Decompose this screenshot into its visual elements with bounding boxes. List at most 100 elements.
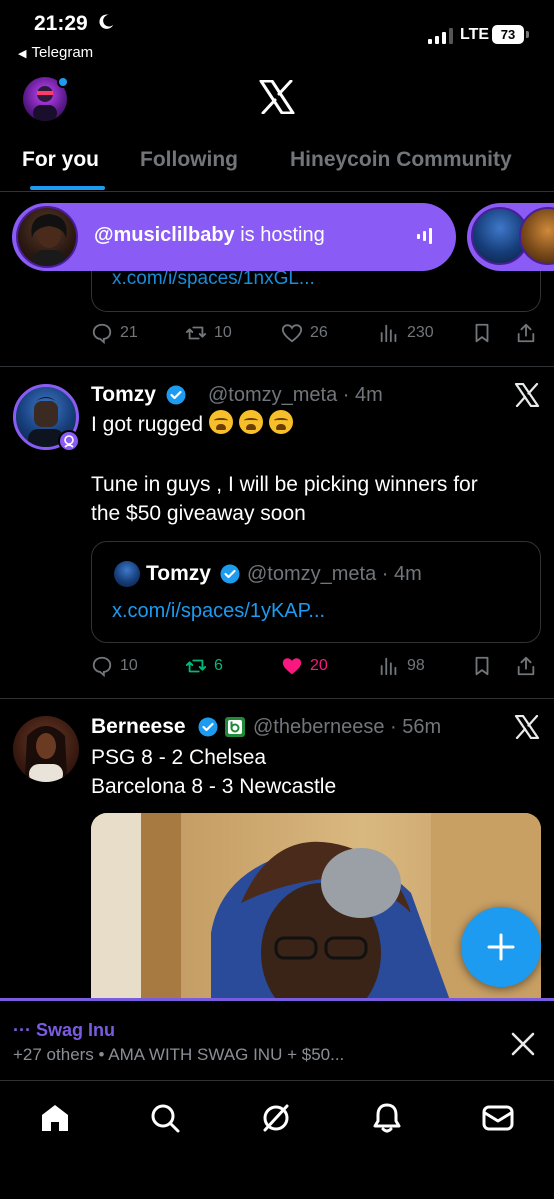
nav-home[interactable] [38,1101,72,1135]
repost-button[interactable]: 6 [185,655,223,677]
tweet-text-line-1: I got rugged [91,413,204,436]
tab-hineycoin-community[interactable]: Hineycoin Community [290,148,512,172]
tweet-text-line-2: Barcelona 8 - 3 Newcastle [91,775,337,798]
bookmark-button[interactable] [471,655,500,677]
notification-dot [57,76,69,88]
like-count: 26 [310,324,328,341]
author-handle-time[interactable]: @tomzy_meta · 4m [208,384,383,407]
space-host-handle: @musiclilbaby [94,224,235,246]
grok-icon [263,1104,289,1132]
compose-button[interactable] [461,907,541,987]
views-icon [380,324,397,343]
weary-face-emoji-icon [208,410,233,434]
verified-badge-icon [198,717,218,737]
battery-icon: 73 [492,25,524,44]
author-name[interactable]: Tomzy [91,383,156,407]
like-count: 20 [310,657,328,674]
back-to-app-link[interactable]: ◀ Telegram [18,44,93,61]
tweet-actions: 21 10 26 230 [91,322,541,352]
tweet-actions: 10 6 20 98 [91,655,541,685]
reply-button[interactable]: 10 [91,655,138,677]
bookmark-icon [475,656,489,676]
share-button[interactable] [515,322,544,344]
repost-icon [185,659,207,673]
space-subtitle: +27 others • AMA WITH SWAG INU + $50... [13,1045,345,1064]
audio-wave-icon [417,228,432,244]
repost-button[interactable]: 10 [185,322,232,344]
quoted-author-name: Tomzy [146,562,211,585]
heart-icon [281,324,303,343]
author-name[interactable]: Berneese [91,715,186,739]
tweet-text-line-1: PSG 8 - 2 Chelsea [91,746,267,769]
tab-following[interactable]: Following [140,148,238,172]
space-hosting-suffix: is hosting [234,224,325,246]
nav-messages[interactable] [481,1101,515,1135]
bookmark-button[interactable] [471,322,500,344]
space-hosting-text: @musiclilbaby is hosting [94,224,325,247]
moon-icon [99,14,114,29]
back-triangle-icon: ◀ [18,48,27,60]
bell-icon [373,1103,401,1133]
space-link[interactable]: x.com/i/spaces/1yKAP... [112,600,325,623]
home-icon [42,1105,68,1131]
repost-icon [185,326,207,340]
nav-search[interactable] [148,1101,182,1135]
plus-icon [487,933,515,961]
nav-notifications[interactable] [370,1101,404,1135]
view-count: 230 [407,324,434,341]
space-host-avatar [16,206,78,268]
network-type: LTE [460,26,490,43]
author-handle-time[interactable]: @theberneese · 56m [253,716,441,739]
x-grok-icon[interactable] [514,383,540,407]
verified-badge-icon [166,385,186,405]
next-space-avatar-2 [519,207,554,265]
bookmark-icon [475,323,489,343]
share-button[interactable] [515,655,544,677]
view-count: 98 [407,657,425,674]
x-grok-icon[interactable] [514,715,540,739]
space-live-badge-icon [58,430,80,452]
close-icon[interactable] [510,1031,536,1057]
share-icon [517,323,535,343]
affiliate-badge-icon [225,717,245,737]
like-button[interactable]: 26 [281,322,328,344]
berneese-avatar[interactable] [13,716,79,782]
nav-grok[interactable] [259,1101,293,1135]
space-link[interactable]: x.com/i/spaces/1nxGL... [112,268,315,290]
reply-count: 10 [120,657,138,674]
heart-filled-icon [282,658,302,675]
timeline-tabs: For you Following Hineycoin Community [0,138,554,192]
repost-count: 6 [214,657,223,674]
verified-badge-icon [220,564,240,584]
search-icon [151,1104,180,1133]
next-space-pill[interactable] [467,203,554,271]
reply-button[interactable]: 21 [91,322,138,344]
reply-icon [92,323,112,344]
active-tab-indicator [30,186,105,190]
reply-icon [92,656,112,677]
views-icon [380,657,397,676]
x-logo-icon [259,80,295,114]
tweet-divider [0,698,554,699]
quoted-tweet-card[interactable]: Tomzy @tomzy_meta · 4m x.com/i/spaces/1y… [91,541,541,643]
like-button[interactable]: 20 [281,655,328,677]
share-icon [517,656,535,676]
tweet-divider [0,366,554,367]
views-button[interactable]: 98 [378,655,425,677]
tweet-text-line-2: Tune in guys , I will be picking winners… [91,473,478,496]
weary-face-emoji-icon [238,410,263,434]
status-bar: 21:29 ◀ Telegram LTE 73 [0,0,554,70]
space-mini-player[interactable]: ··· Swag Inu +27 others • AMA WITH SWAG … [0,998,554,1080]
tweet-text-line-3: the $50 giveaway soon [91,502,306,525]
reply-count: 21 [120,324,138,341]
battery-cap [526,31,529,38]
repost-count: 10 [214,324,232,341]
signal-icon [428,28,453,44]
back-app-label: Telegram [31,44,94,61]
tab-for-you[interactable]: For you [22,148,99,172]
weary-face-emoji-icon [268,410,293,434]
tweet-text-line: I got rugged [91,410,299,440]
clock: 21:29 [34,12,88,35]
quoted-author-handle-time: @tomzy_meta · 4m [247,563,422,585]
views-button[interactable]: 230 [378,322,434,344]
